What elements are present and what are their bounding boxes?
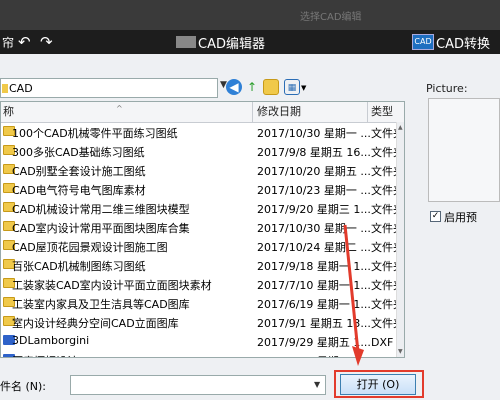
annotation-highlight-box: [334, 370, 424, 398]
annotation-overlay: [343, 224, 364, 366]
annotation-arrowhead: [352, 346, 364, 366]
annotation-arrow: [343, 224, 360, 353]
